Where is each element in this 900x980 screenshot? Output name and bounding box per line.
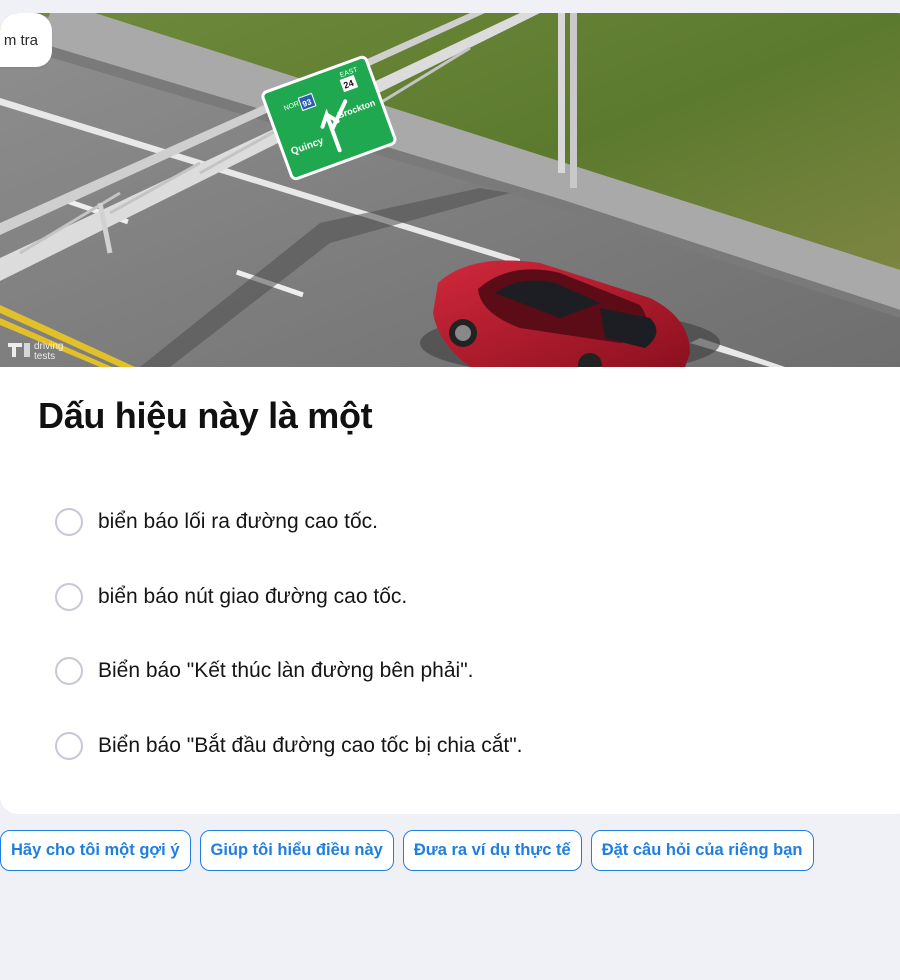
answer-label: biển báo nút giao đường cao tốc. xyxy=(98,584,408,608)
answer-label: Biển báo "Kết thúc làn đường bên phải". xyxy=(98,659,474,682)
radio-button[interactable] xyxy=(55,582,83,611)
answer-label: biển báo lối ra đường cao tốc. xyxy=(98,510,379,533)
hint-button[interactable]: Hãy cho tôi một gợi ý xyxy=(0,830,191,871)
answer-label: Biển báo "Bắt đầu đường cao tốc bị chia … xyxy=(98,733,523,757)
question-title: Dấu hiệu này là một xyxy=(38,395,373,436)
test-tab-label: m tra xyxy=(3,31,38,49)
answer-option-2[interactable]: biển báo nút giao đường cao tốc. xyxy=(55,570,523,624)
answer-option-4[interactable]: Biển báo "Bắt đầu đường cao tốc bị chia … xyxy=(55,719,523,773)
question-illustration: NORTH 93 EAST 24 Quincy Brockton driving… xyxy=(0,13,900,367)
answer-options: biển báo lối ra đường cao tốc. biển báo … xyxy=(55,495,523,793)
test-tab-badge[interactable]: m tra xyxy=(0,13,52,67)
answer-option-3[interactable]: Biển báo "Kết thúc làn đường bên phải". xyxy=(55,644,523,698)
radio-button[interactable] xyxy=(55,508,83,536)
ask-own-question-button[interactable]: Đặt câu hỏi của riêng bạn xyxy=(590,830,814,871)
ai-help-actions: Hãy cho tôi một gợi ý Giúp tôi hiểu điều… xyxy=(0,830,814,871)
answer-option-1[interactable]: biển báo lối ra đường cao tốc. xyxy=(55,495,523,549)
real-example-button[interactable]: Đưa ra ví dụ thực tế xyxy=(402,830,582,871)
svg-text:tests: tests xyxy=(34,351,55,362)
radio-button[interactable] xyxy=(55,731,83,760)
explain-button[interactable]: Giúp tôi hiểu điều này xyxy=(199,830,394,871)
gantry-pole xyxy=(558,13,565,173)
radio-button[interactable] xyxy=(55,657,83,685)
